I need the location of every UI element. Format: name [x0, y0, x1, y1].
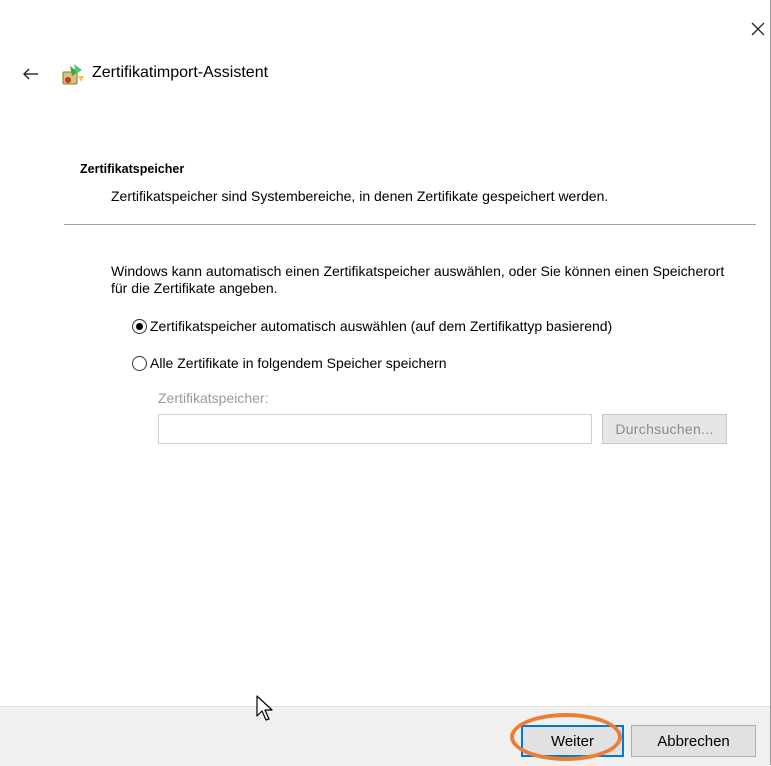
cancel-button[interactable]: Abbrechen — [631, 725, 756, 757]
section-description: Zertifikatspeicher sind Systembereiche, … — [111, 188, 609, 204]
radio-auto[interactable] — [132, 318, 147, 334]
store-label: Zertifikatspeicher: — [158, 390, 269, 406]
intro-text: Windows kann automatisch einen Zertifika… — [111, 263, 725, 296]
close-button[interactable] — [748, 18, 768, 40]
option-auto-label: Zertifikatspeicher automatisch auswählen… — [150, 318, 613, 334]
wizard-window: Zertifikatimport-Assistent Zertifikatspe… — [0, 0, 771, 766]
wizard-title: Zertifikatimport-Assistent — [92, 64, 269, 81]
mouse-pointer-icon — [256, 695, 273, 721]
certificate-wizard-icon — [62, 64, 84, 85]
option-auto-select[interactable]: Zertifikatspeicher automatisch auswählen… — [132, 318, 612, 334]
option-manual-label: Alle Zertifikate in folgendem Speicher s… — [150, 355, 447, 371]
close-icon — [751, 22, 765, 36]
radio-manual[interactable] — [132, 355, 147, 371]
back-button[interactable] — [16, 60, 46, 88]
next-button[interactable]: Weiter — [521, 725, 624, 757]
section-title: Zertifikatspeicher — [80, 162, 185, 176]
browse-button[interactable]: Durchsuchen... — [602, 414, 727, 444]
header-divider — [64, 224, 756, 225]
store-input[interactable] — [158, 414, 592, 444]
back-arrow-icon — [23, 68, 38, 80]
option-manual-store[interactable]: Alle Zertifikate in folgendem Speicher s… — [132, 355, 447, 371]
